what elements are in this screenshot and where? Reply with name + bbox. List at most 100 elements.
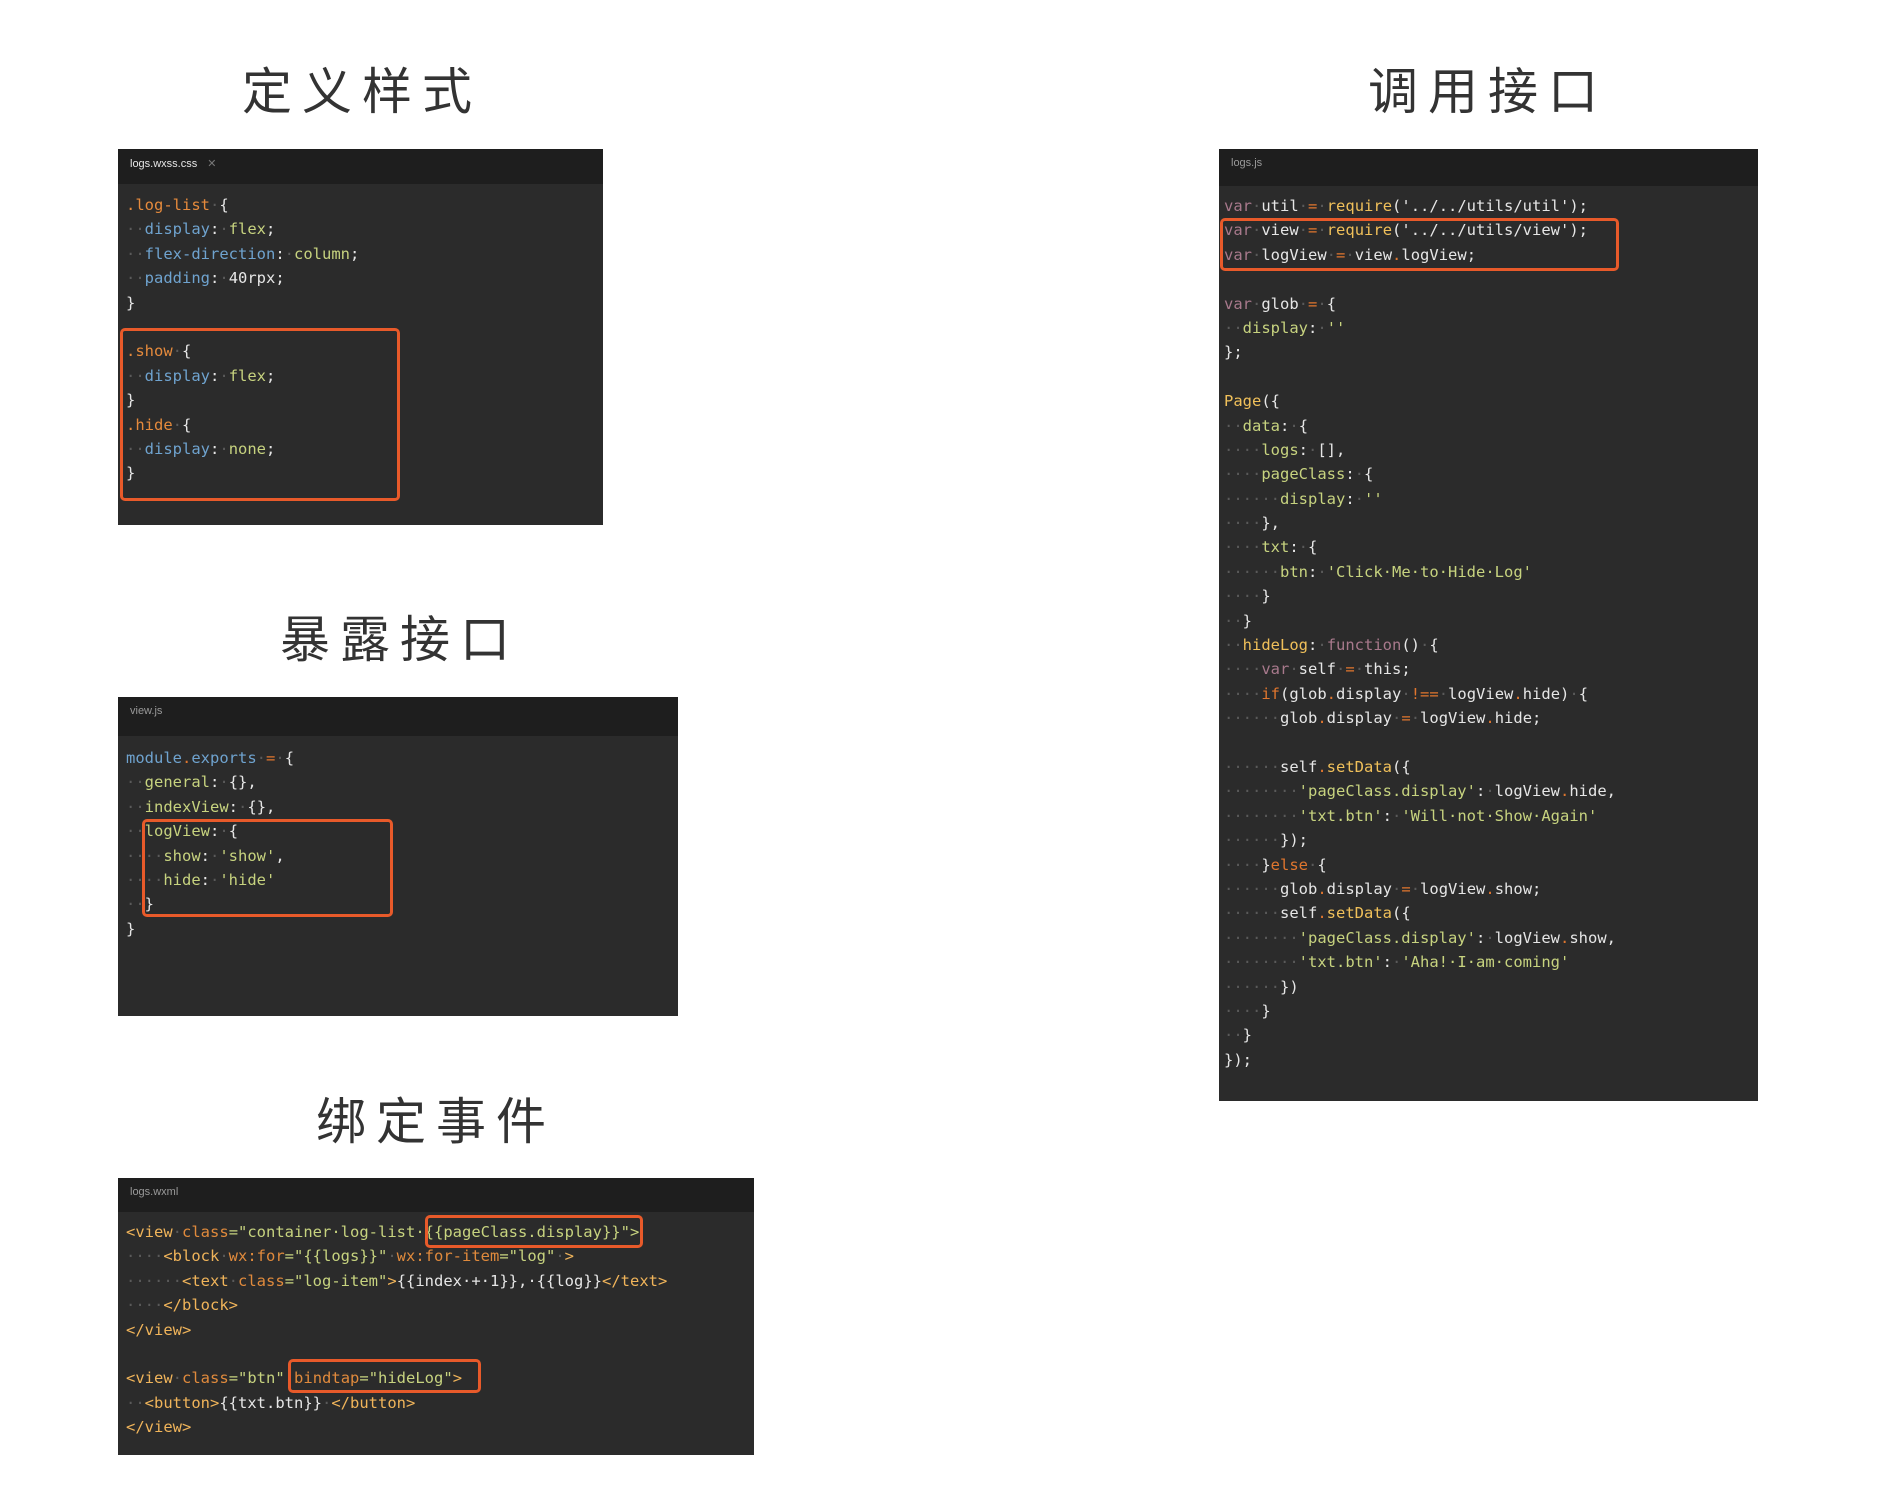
code-token: logView [1494,928,1560,947]
tab-logs-wxss[interactable]: logs.wxss.css ✕ [130,157,216,170]
code-line: ····txt:·{ [1224,535,1758,559]
code-token: . [1317,757,1327,776]
code-token: ·· [1224,318,1243,337]
code-token: : [1475,782,1486,801]
code-token: · [1252,197,1262,215]
code-token: > [387,1271,397,1290]
code-token: 'Will·not·Show·Again' [1401,806,1598,825]
code-token: · [1392,953,1402,972]
code-token: : [1308,562,1318,581]
code-token: </button> [331,1393,416,1412]
code-line: ········'pageClass.display':·logView.sho… [1224,926,1758,950]
css-editor-panel: logs.wxss.css ✕ .log-list·{··display:·fle… [118,149,603,525]
code-token: { [1326,294,1337,313]
tab-view-js[interactable]: view.js [130,705,162,717]
code-token: } [1261,1001,1271,1020]
code-line: ····} [1224,999,1758,1023]
tab-logs-js[interactable]: logs.js [1231,157,1262,169]
code-line: ······glob.display·=·logView.show; [1224,877,1758,901]
code-token: : [1298,440,1308,459]
code-token: exports [191,749,257,767]
code-token: display [1336,684,1402,703]
code-token: }, [1261,514,1280,533]
code-token: { [1578,684,1589,703]
tab-label: view.js [130,705,163,717]
code-token: : [1345,489,1355,508]
code-token: flex-direction [144,244,276,263]
code-token: · [1317,197,1327,215]
code-token: = [1308,197,1318,215]
code-token: ; [275,269,285,288]
code-token: · [172,1369,183,1388]
code-token: wx:for [228,1247,285,1266]
code-token: txt [1261,538,1290,557]
code-line: </view> [126,1415,754,1439]
code-token: ······ [1224,489,1280,508]
code-token: ="log" [499,1247,556,1266]
code-token: · [1317,294,1327,313]
code-token: ········ [1224,953,1299,972]
code-token: · [1401,684,1411,703]
code-token: }); [1224,1050,1252,1069]
code-token: pageClass [1261,465,1346,484]
code-token: = [1401,709,1411,728]
code-token: <view [126,1369,173,1388]
code-token: } [1242,1026,1253,1045]
code-token: · [219,1247,229,1266]
code-area[interactable]: <view·class="container·log-list·{{pageCl… [126,1220,754,1440]
code-line: var·util·=·require('../../utils/util'); [1224,194,1758,218]
code-token: : [1382,806,1392,825]
code-token: · [1485,782,1495,801]
tab-logs-wxml[interactable]: logs.wxml [130,1186,178,1198]
code-token: } [1261,855,1271,874]
code-token: class [238,1271,285,1290]
code-line: ······btn:·'Click·Me·to·Hide·Log' [1224,560,1758,584]
code-token: ·· [1224,1026,1243,1045]
code-token: !== [1410,684,1439,703]
code-token: 'pageClass.display' [1298,928,1476,947]
code-line: ····var·self·=·this; [1224,657,1758,681]
code-token: show; [1494,879,1542,898]
code-token: var [1261,660,1290,679]
code-token: ···· [1224,660,1262,679]
code-token: ······ [1224,831,1280,850]
code-token: else [1270,855,1308,874]
code-token: . [1513,684,1523,703]
code-token: ······ [1224,977,1280,996]
code-token: ({ [1392,757,1411,776]
code-token: </view> [126,1320,192,1339]
code-line: ··general:·{}, [126,770,678,794]
code-token: ······ [126,1271,182,1290]
code-token: glob [1280,709,1318,728]
code-token: ···· [126,1296,164,1315]
code-token: · [219,220,229,239]
code-token: { [1364,465,1374,484]
code-token: · [1420,636,1430,655]
code-line: module.exports·=·{ [126,746,678,770]
code-token: · [219,269,229,288]
code-token: display [144,220,210,239]
code-line: ········'pageClass.display':·logView.hid… [1224,779,1758,803]
code-token: <button> [144,1393,220,1412]
code-token: ; [266,220,276,239]
code-token: · [1289,416,1299,435]
code-line: ······self.setData({ [1224,901,1758,925]
code-token: } [126,293,136,312]
code-token: ({ [1261,392,1280,411]
code-token: hide) [1522,684,1570,703]
code-token: if [1261,684,1280,703]
code-token: ="log-item" [284,1271,388,1290]
code-token: </text> [602,1271,668,1290]
code-token: · [1298,197,1309,215]
code-token: ; [350,244,360,263]
code-token: ···· [1224,587,1262,606]
code-line: ······display:·'' [1224,487,1758,511]
code-token: logView [1420,879,1486,898]
code-token: ········ [1224,928,1299,947]
code-token: () [1401,636,1421,655]
code-line: ··display:·'' [1224,316,1758,340]
code-token: }) [1280,977,1299,996]
code-line: }); [1224,1048,1758,1072]
code-area[interactable]: var·util·=·require('../../utils/util'); v… [1224,194,1758,1072]
close-icon[interactable]: ✕ [207,158,216,170]
